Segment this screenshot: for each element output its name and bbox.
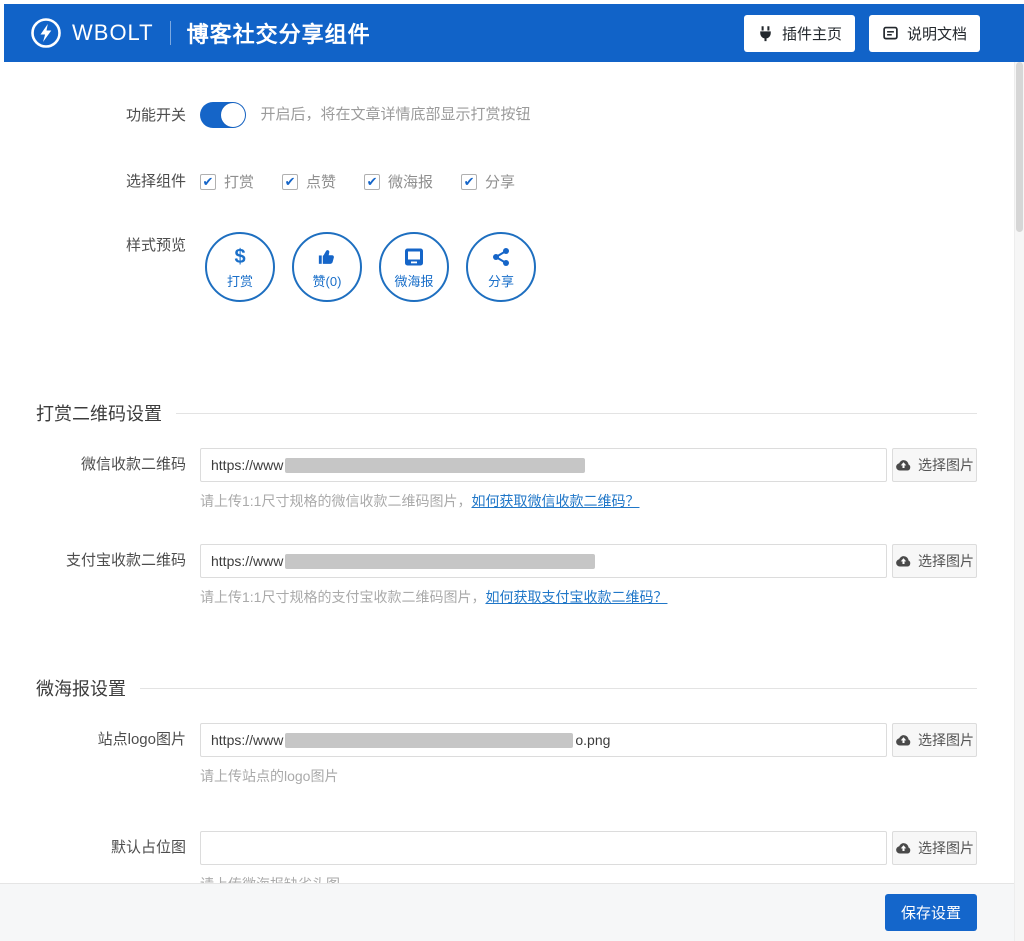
checkmark-icon: ✔ (200, 174, 216, 190)
wechat-qr-help: 请上传1:1尺寸规格的微信收款二维码图片，如何获取微信收款二维码？ (200, 491, 977, 511)
plug-icon (757, 25, 774, 42)
choose-image-button[interactable]: 选择图片 (892, 723, 977, 757)
settings-page: WBOLT 博客社交分享组件 插件主页 说明文档 (0, 0, 1024, 941)
share-icon (491, 245, 511, 269)
header-separator (170, 21, 171, 45)
alipay-qr-help-link[interactable]: 如何获取支付宝收款二维码？ (485, 589, 667, 605)
wechat-qr-label: 微信收款二维码 (36, 448, 186, 482)
docs-button[interactable]: 说明文档 (869, 15, 980, 52)
alipay-qr-input[interactable]: https://www (200, 544, 887, 578)
cloud-upload-icon (895, 458, 912, 472)
alipay-qr-row: 支付宝收款二维码 https://www 选择图片 (36, 544, 977, 607)
scrollbar-thumb[interactable] (1016, 62, 1023, 232)
wechat-qr-help-link[interactable]: 如何获取微信收款二维码？ (471, 493, 639, 509)
header-actions: 插件主页 说明文档 (744, 15, 980, 52)
preview-poster-button[interactable]: 微海报 (379, 232, 449, 302)
app-header: WBOLT 博客社交分享组件 插件主页 说明文档 (4, 4, 1024, 62)
checkbox-reward[interactable]: ✔ 打赏 (200, 171, 254, 192)
alipay-qr-label: 支付宝收款二维码 (36, 544, 186, 578)
scrollbar-track[interactable] (1014, 62, 1024, 941)
page-title: 博客社交分享组件 (187, 17, 371, 49)
section-divider (176, 413, 977, 414)
section-title-poster: 微海报设置 (36, 675, 977, 701)
feature-switch-row: 功能开关 开启后，将在文章详情底部显示打赏按钮 (36, 102, 977, 130)
site-logo-label: 站点logo图片 (36, 723, 186, 757)
settings-form: 功能开关 开启后，将在文章详情底部显示打赏按钮 选择组件 ✔ 打赏 ✔ 点赞 ✔ (0, 62, 1024, 894)
checkbox-poster[interactable]: ✔ 微海报 (364, 171, 433, 192)
redaction-bar (285, 554, 595, 569)
cloud-upload-icon (895, 733, 912, 747)
site-logo-row: 站点logo图片 https://www o.png 选择图片 (36, 723, 977, 786)
site-logo-help: 请上传站点的logo图片 (200, 766, 977, 786)
redaction-bar (285, 733, 573, 748)
checkmark-icon: ✔ (364, 174, 380, 190)
cloud-upload-icon (895, 554, 912, 568)
preview-reward-button[interactable]: $ 打赏 (205, 232, 275, 302)
placeholder-image-input[interactable] (200, 831, 887, 865)
wechat-qr-input[interactable]: https://www (200, 448, 887, 482)
components-row: 选择组件 ✔ 打赏 ✔ 点赞 ✔ 微海报 ✔ 分享 (36, 168, 977, 196)
cloud-upload-icon (895, 841, 912, 855)
brand-name: WBOLT (72, 20, 154, 46)
section-divider (140, 688, 977, 689)
docs-label: 说明文档 (907, 23, 967, 44)
dollar-icon: $ (234, 245, 245, 269)
wechat-qr-row: 微信收款二维码 https://www 选择图片 (36, 448, 977, 511)
feature-switch-label: 功能开关 (36, 102, 186, 130)
toggle-knob (221, 103, 245, 127)
choose-image-button[interactable]: 选择图片 (892, 831, 977, 865)
section-title-reward-qr: 打赏二维码设置 (36, 400, 977, 426)
feature-toggle[interactable] (200, 102, 246, 128)
placeholder-image-label: 默认占位图 (36, 831, 186, 865)
save-bar: 保存设置 (0, 883, 1024, 941)
brand: WBOLT 博客社交分享组件 (30, 17, 371, 49)
style-preview-label: 样式预览 (36, 232, 186, 260)
document-icon (882, 25, 899, 42)
thumbs-up-icon (316, 245, 338, 269)
plugin-home-label: 插件主页 (782, 23, 842, 44)
plugin-home-button[interactable]: 插件主页 (744, 15, 855, 52)
choose-image-button[interactable]: 选择图片 (892, 544, 977, 578)
choose-image-button[interactable]: 选择图片 (892, 448, 977, 482)
lightning-bolt-icon (30, 17, 62, 49)
redaction-bar (285, 458, 585, 473)
preview-like-button[interactable]: 赞(0) (292, 232, 362, 302)
checkmark-icon: ✔ (461, 174, 477, 190)
wbolt-logo[interactable] (30, 17, 62, 49)
checkbox-like[interactable]: ✔ 点赞 (282, 171, 336, 192)
save-settings-button[interactable]: 保存设置 (885, 894, 977, 931)
poster-icon (403, 245, 425, 269)
components-label: 选择组件 (36, 168, 186, 196)
checkbox-share[interactable]: ✔ 分享 (461, 171, 515, 192)
feature-switch-hint: 开启后，将在文章详情底部显示打赏按钮 (260, 106, 530, 123)
site-logo-input[interactable]: https://www o.png (200, 723, 887, 757)
style-preview-row: 样式预览 $ 打赏 赞(0) (36, 232, 977, 302)
alipay-qr-help: 请上传1:1尺寸规格的支付宝收款二维码图片，如何获取支付宝收款二维码？ (200, 587, 977, 607)
preview-share-button[interactable]: 分享 (466, 232, 536, 302)
checkmark-icon: ✔ (282, 174, 298, 190)
